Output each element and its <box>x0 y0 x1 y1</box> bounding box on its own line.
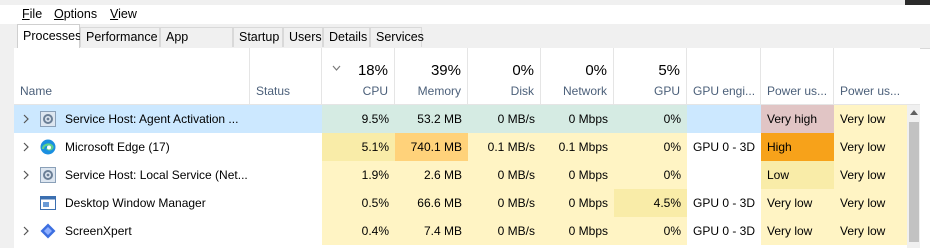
gpu-cell: 0% <box>614 133 687 161</box>
disk-cell: 0 MB/s <box>468 105 541 133</box>
window-left-edge <box>0 48 14 248</box>
menu-file-rest: ile <box>29 7 43 21</box>
disk-cell: 0 MB/s <box>468 217 541 245</box>
process-table: Name Status 18% CPU 39% Memory 0% Disk 0… <box>14 48 920 248</box>
power-usage-cell: Very low <box>761 217 834 245</box>
gear-icon <box>40 111 56 127</box>
column-header-disk[interactable]: 0% Disk <box>468 48 541 104</box>
table-row[interactable]: ScreenXpert 0.4% 7.4 MB 0 MB/s 0 Mbps 0%… <box>14 217 920 245</box>
memory-cell: 53.2 MB <box>395 105 468 133</box>
power-usage-cell: Very high <box>761 105 834 133</box>
gpu-cell: 0% <box>614 105 687 133</box>
network-cell: 0 Mbps <box>541 161 614 189</box>
power-usage-trend-cell: Very low <box>834 105 907 133</box>
table-row[interactable]: Desktop Window Manager 0.5% 66.6 MB 0 MB… <box>14 189 920 217</box>
scrollbar-thumb[interactable] <box>909 122 919 242</box>
screenxpert-icon <box>40 223 56 239</box>
tab-app-history[interactable]: App history <box>160 27 233 63</box>
column-header-name[interactable]: Name <box>14 48 250 104</box>
network-cell: 0 Mbps <box>541 105 614 133</box>
column-header-cpu[interactable]: 18% CPU <box>322 48 395 104</box>
menu-view[interactable]: View <box>110 5 137 24</box>
network-cell: 0 Mbps <box>541 189 614 217</box>
power-usage-trend-cell: Very low <box>834 133 907 161</box>
sort-chevron-icon <box>332 65 341 71</box>
column-header-gpu[interactable]: 5% GPU <box>614 48 687 104</box>
tab-bar: Processes Performance App history Startu… <box>0 24 930 63</box>
memory-cell: 2.6 MB <box>395 161 468 189</box>
tab-processes[interactable]: Processes <box>17 24 81 49</box>
gpu-engine-cell <box>687 161 761 189</box>
menu-bar: File Options View <box>0 5 930 24</box>
memory-cell: 7.4 MB <box>395 217 468 245</box>
tab-performance[interactable]: Performance <box>80 27 160 47</box>
process-name-cell: Microsoft Edge (17) <box>14 133 322 161</box>
gpu-engine-cell: GPU 0 - 3D <box>693 140 756 154</box>
gpu-engine-cell: GPU 0 - 3D <box>693 196 756 210</box>
process-name: Service Host: Local Service (Net... <box>65 168 248 182</box>
gpu-engine-cell <box>687 105 761 133</box>
cpu-cell: 9.5% <box>322 105 395 133</box>
process-name: Service Host: Agent Activation ... <box>65 112 239 126</box>
menu-file[interactable]: File <box>22 5 42 24</box>
menu-options[interactable]: Options <box>54 5 97 24</box>
expand-chevron-icon[interactable] <box>22 226 30 236</box>
process-name-cell: ScreenXpert <box>14 217 322 245</box>
disk-cell: 0 MB/s <box>468 161 541 189</box>
network-cell: 0 Mbps <box>541 217 614 245</box>
cpu-cell: 1.9% <box>322 161 395 189</box>
memory-cell: 66.6 MB <box>395 189 468 217</box>
cpu-cell: 0.4% <box>322 217 395 245</box>
tab-users[interactable]: Users <box>283 27 323 47</box>
expand-chevron-icon[interactable] <box>22 142 30 152</box>
memory-cell: 740.1 MB <box>395 133 468 161</box>
table-row[interactable]: Service Host: Agent Activation ... 9.5% … <box>14 105 920 133</box>
gpu-cell: 4.5% <box>614 189 687 217</box>
network-cell: 0.1 Mbps <box>541 133 614 161</box>
scroll-up-arrow-icon[interactable] <box>910 110 918 115</box>
column-header-memory[interactable]: 39% Memory <box>395 48 468 104</box>
tab-services[interactable]: Services <box>370 27 424 47</box>
gpu-engine-cell: GPU 0 - 3D <box>693 224 756 238</box>
table-row[interactable]: Service Host: Local Service (Net... 1.9%… <box>14 161 920 189</box>
table-row[interactable]: Microsoft Edge (17) 5.1% 740.1 MB 0.1 MB… <box>14 133 920 161</box>
column-header-network[interactable]: 0% Network <box>541 48 614 104</box>
process-name-cell: Service Host: Local Service (Net... <box>14 161 322 189</box>
process-name-cell: Desktop Window Manager <box>14 189 322 217</box>
power-usage-cell: Very low <box>761 189 834 217</box>
power-usage-trend-cell: Very low <box>834 217 907 245</box>
disk-cell: 0 MB/s <box>468 189 541 217</box>
gpu-cell: 0% <box>614 217 687 245</box>
disk-cell: 0.1 MB/s <box>468 133 541 161</box>
column-header-gpu-engine[interactable]: GPU engi... <box>687 48 761 104</box>
process-name-cell: Service Host: Agent Activation ... <box>14 105 322 133</box>
process-name: ScreenXpert <box>65 224 132 238</box>
edge-icon <box>40 139 56 155</box>
process-name: Desktop Window Manager <box>65 196 206 210</box>
tab-details[interactable]: Details <box>323 27 370 47</box>
tab-startup[interactable]: Startup <box>233 27 283 47</box>
column-header-power-usage-trend[interactable]: Power us... <box>834 48 907 104</box>
process-name: Microsoft Edge (17) <box>65 140 170 154</box>
cpu-cell: 0.5% <box>322 189 395 217</box>
column-header-status[interactable]: Status <box>250 48 322 104</box>
power-usage-cell: High <box>761 133 834 161</box>
vertical-scrollbar[interactable] <box>907 105 920 248</box>
power-usage-trend-cell: Very low <box>834 189 907 217</box>
power-usage-cell: Low <box>761 161 834 189</box>
expand-chevron-icon[interactable] <box>22 114 30 124</box>
column-header-power-usage[interactable]: Power us... <box>761 48 834 104</box>
gear-icon <box>40 167 56 183</box>
expand-chevron-icon[interactable] <box>22 170 30 180</box>
window-manager-icon <box>40 196 56 210</box>
power-usage-trend-cell: Very low <box>834 161 907 189</box>
gpu-cell: 0% <box>614 161 687 189</box>
cpu-cell: 5.1% <box>322 133 395 161</box>
